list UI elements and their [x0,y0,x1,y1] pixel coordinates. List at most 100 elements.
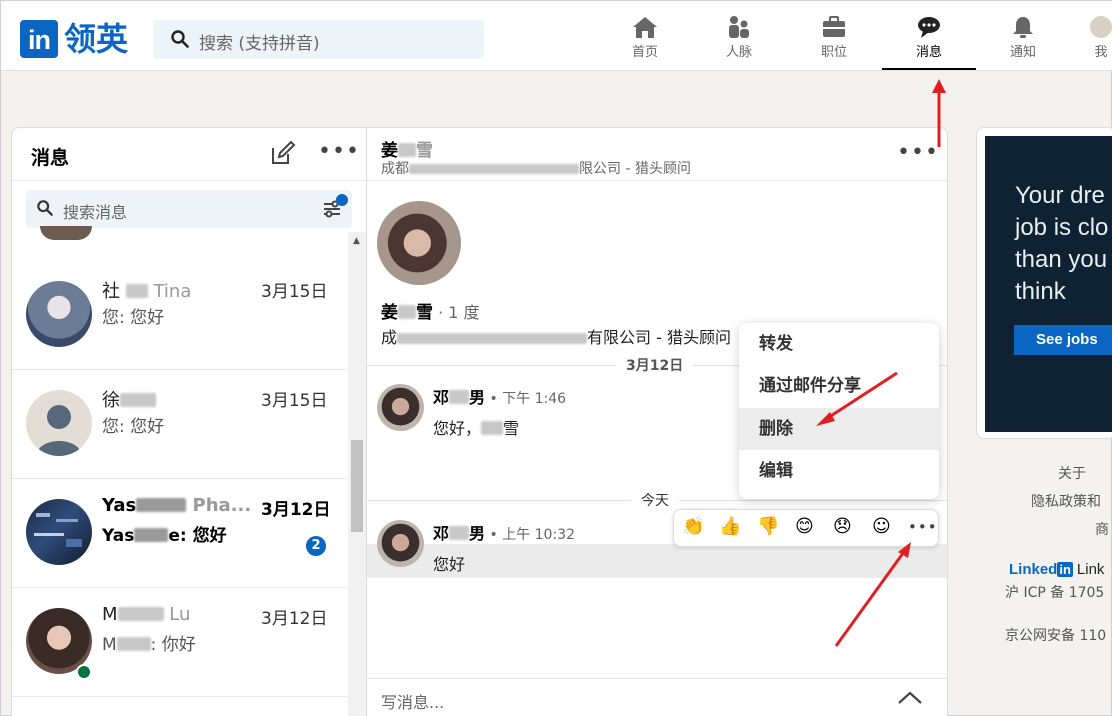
thumbs-up-reaction-icon[interactable]: 👍 [719,516,741,537]
search-icon [171,30,189,48]
search-icon [37,200,53,216]
menu-item-forward[interactable]: 转发 [739,323,939,365]
chevron-up-icon[interactable] [897,689,923,705]
avatar [40,226,92,240]
nav-me[interactable]: 我 [1071,15,1112,60]
sad-reaction-icon[interactable]: 😞 [833,516,852,537]
conversation-name: 徐 [102,386,252,412]
message-search-placeholder: 搜索消息 [63,203,128,222]
messaging-icon [918,17,940,38]
thread-header: 姜雪 成都 限公司 - 猎头顾问 ••• [367,128,947,181]
menu-item-edit[interactable]: 编辑 [739,450,939,492]
linkedin-logo[interactable]: in [20,20,58,58]
conversation-name: Yas Pha... [102,495,252,516]
add-reaction-icon[interactable]: ☺ [872,516,891,537]
conversation-item[interactable]: Yas Pha... Yas e: 您好 3月12日 2 [12,479,347,588]
contact-profile-company: 成有限公司 - 猎头顾问 [381,328,731,347]
online-status-dot [76,664,92,680]
unread-count-badge: 2 [306,536,326,556]
footer-police-text: 京公网安备 110 [1005,628,1107,644]
messaging-more-button[interactable]: ••• [318,139,360,164]
scrollbar-thumb[interactable] [351,440,363,532]
avatar [26,390,92,456]
see-jobs-button[interactable]: See jobs [1014,325,1112,355]
message-body: 您好 [433,555,466,574]
footer-about-link[interactable]: 关于 [1058,463,1086,483]
messaging-header: 消息 ••• [12,128,366,181]
home-icon [633,17,657,38]
conversation-name: M Lu [102,604,191,625]
nav-home-label: 首页 [631,45,658,60]
job-ad-card[interactable]: Your dre job is clo than you think See j… [976,127,1112,439]
contact-profile-name[interactable]: 姜雪 · 1 度 [381,298,480,323]
nav-network-label: 人脉 [725,45,752,60]
avatar [26,499,92,565]
message-search-input[interactable]: 搜索消息 [26,190,352,228]
conversation-list-scrollbar[interactable]: ▲ [348,232,366,716]
conversation-item[interactable]: 社 Tina 您: 您好 3月15日 [12,261,347,370]
ad-banner: Your dre job is clo than you think See j… [985,136,1112,432]
message-sender[interactable]: 邓男 • 上午 10:32 [433,520,575,544]
search-placeholder: 搜索 (支持拼音) [199,34,320,54]
network-icon [729,16,749,38]
smile-reaction-icon[interactable]: 😊 [795,516,814,537]
conversation-date: 3月12日 [261,500,331,520]
briefcase-icon [823,16,845,37]
compose-placeholder: 写消息... [381,693,445,712]
footer-business-link[interactable]: 商 [1095,519,1109,539]
avatar [26,281,92,347]
nav-notifications-label: 通知 [1009,45,1036,60]
bell-icon [1013,17,1033,38]
nav-jobs[interactable]: 职位 [794,15,874,60]
compose-icon[interactable] [270,140,296,166]
footer-icp-text: 沪 ICP 备 1705 [1005,585,1105,601]
top-navigation-bar: in 领英 搜索 (支持拼音) 首页 人脉 职位 消息 通知 我 [1,1,1112,71]
linkedin-footer-logo: Linked in Link [1009,561,1105,578]
clap-reaction-icon[interactable]: 👏 [682,516,704,537]
contact-profile-avatar[interactable] [377,201,461,285]
nav-jobs-label: 职位 [820,45,847,60]
reaction-toolbar: 👏 👍 👎 😊 😞 ☺ ••• [673,509,939,547]
nav-messaging-label: 消息 [915,45,942,60]
conversation-date: 3月12日 [261,609,328,629]
conversation-preview: M: 你好 [102,635,196,655]
message-more-options-button[interactable]: ••• [908,518,938,536]
message-thread-panel: 姜雪 成都 限公司 - 猎头顾问 ••• 姜雪 · 1 度 成有限公司 - 猎头顾… [367,127,948,716]
conversation-preview: Yas e: 您好 [102,526,227,546]
conversation-preview: 您: 您好 [102,308,165,328]
date-label: 今天 [631,490,679,510]
sender-avatar[interactable] [377,520,424,567]
nav-network[interactable]: 人脉 [699,15,779,60]
date-label: 3月12日 [616,355,694,375]
global-search-input[interactable]: 搜索 (支持拼音) [153,20,484,59]
avatar-icon [1090,16,1112,38]
messaging-title: 消息 [31,147,70,169]
active-tab-indicator [882,68,976,70]
message-options-menu: 转发 通过邮件分享 删除 编辑 [739,323,939,499]
nav-home[interactable]: 首页 [605,15,685,60]
conversation-date: 3月15日 [261,282,328,302]
conversation-preview: 您: 您好 [102,417,165,437]
thread-more-button[interactable]: ••• [897,140,939,165]
scroll-up-arrow-icon[interactable]: ▲ [353,236,360,246]
brand-name[interactable]: 领英 [64,18,128,60]
message-compose-input[interactable]: 写消息... [367,678,947,716]
filter-active-dot [336,194,348,206]
footer-privacy-link[interactable]: 隐私政策和 [1031,491,1101,511]
conversation-name: 社 Tina [102,281,192,302]
thread-contact-headline: 成都 限公司 - 猎头顾问 [381,161,691,177]
nav-notifications[interactable]: 通知 [983,15,1063,60]
sender-avatar[interactable] [377,384,424,431]
nav-messaging[interactable]: 消息 [889,15,969,60]
nav-me-label: 我 [1094,45,1108,60]
conversation-date: 3月15日 [261,391,328,411]
message-body: 您好，雪 [433,419,520,438]
menu-item-delete[interactable]: 删除 [739,408,939,450]
conversation-item[interactable]: M Lu M: 你好 3月12日 [12,588,347,697]
conversation-list-panel: 消息 ••• 搜索消息 社 Tina 您: 您好 3月15日 徐 您: 您好 3… [11,127,367,716]
thumbs-down-reaction-icon[interactable]: 👎 [757,516,779,537]
menu-item-share-email[interactable]: 通过邮件分享 [739,365,939,407]
ad-headline: Your dre job is clo than you think [1015,182,1109,305]
message-sender[interactable]: 邓男 • 下午 1:46 [433,384,566,408]
conversation-item[interactable]: 徐 您: 您好 3月15日 [12,370,347,479]
